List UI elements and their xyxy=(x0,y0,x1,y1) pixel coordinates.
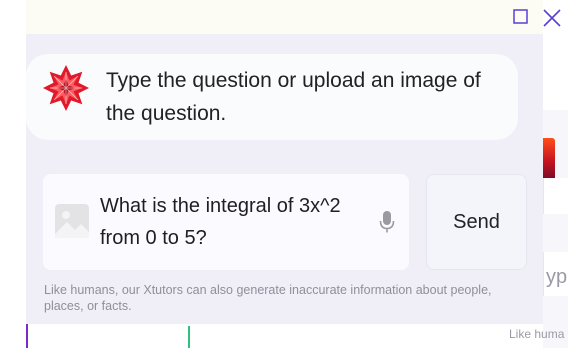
screen: ype Like huma Type the question or uploa… xyxy=(0,0,568,348)
question-text[interactable]: What is the integral of 3x^2 from 0 to 5… xyxy=(100,190,370,254)
background-card xyxy=(543,178,568,214)
title-bar xyxy=(26,0,561,34)
text-cursor-marker xyxy=(188,326,190,348)
maximize-icon[interactable] xyxy=(512,8,530,26)
disclaimer-text: Like humans, our Xtutors can also genera… xyxy=(44,283,492,313)
question-input[interactable]: What is the integral of 3x^2 from 0 to 5… xyxy=(43,174,409,270)
background-typed-text: ype xyxy=(546,266,568,288)
star-burst-logo-icon xyxy=(43,65,89,111)
assistant-message-text: Type the question or upload an image of … xyxy=(106,69,481,125)
background-thumbnail xyxy=(543,138,555,182)
microphone-icon[interactable] xyxy=(379,210,395,234)
send-button[interactable]: Send xyxy=(426,174,527,270)
assistant-message-bubble: Type the question or upload an image of … xyxy=(26,54,518,140)
image-placeholder-icon[interactable] xyxy=(55,204,89,238)
close-icon[interactable] xyxy=(541,7,563,29)
background-disclaimer: Like huma xyxy=(509,327,565,341)
chat-panel: Type the question or upload an image of … xyxy=(26,34,543,324)
